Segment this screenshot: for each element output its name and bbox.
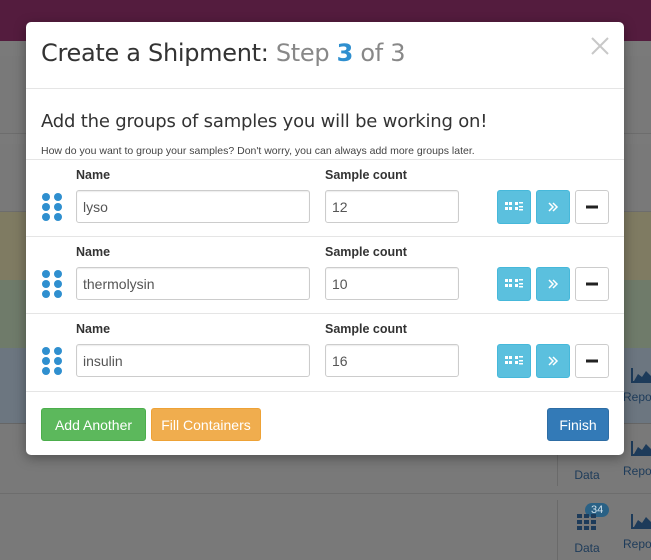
double-chevron-right-icon bbox=[548, 202, 559, 212]
create-shipment-modal: Create a Shipment: Step 3 of 3 Add the g… bbox=[26, 22, 624, 455]
area-chart-icon[interactable] bbox=[631, 367, 651, 383]
name-label: Name bbox=[76, 245, 111, 259]
data-link-label: Data bbox=[574, 541, 600, 555]
layout-button[interactable] bbox=[497, 344, 531, 378]
report-link[interactable]: Repo bbox=[623, 390, 651, 404]
sample-count-label: Sample count bbox=[325, 168, 407, 182]
remove-group-button[interactable] bbox=[575, 267, 609, 301]
group-name-input[interactable] bbox=[76, 344, 310, 377]
sample-count-input[interactable] bbox=[325, 344, 459, 377]
next-button[interactable] bbox=[536, 190, 570, 224]
minus-icon bbox=[586, 205, 598, 209]
title-main: Create a Shipment: bbox=[41, 39, 269, 67]
modal-footer: Add Another Fill Containers Finish bbox=[26, 391, 624, 455]
name-label: Name bbox=[76, 168, 111, 182]
group-name-input[interactable] bbox=[76, 190, 310, 223]
group-row: Name Sample count bbox=[26, 159, 624, 236]
report-link[interactable]: Repo bbox=[623, 537, 651, 551]
group-row: Name Sample count bbox=[26, 313, 624, 390]
background-row bbox=[0, 494, 651, 560]
title-step-number: 3 bbox=[336, 39, 354, 67]
grid-icon[interactable] bbox=[577, 514, 597, 530]
help-text: How do you want to group your samples? D… bbox=[41, 145, 475, 157]
background-divider bbox=[557, 500, 558, 560]
name-label: Name bbox=[76, 322, 111, 336]
drag-handle-icon[interactable] bbox=[41, 192, 63, 222]
grid-icon bbox=[505, 202, 523, 211]
sample-count-input[interactable] bbox=[325, 267, 459, 300]
layout-button[interactable] bbox=[497, 190, 531, 224]
layout-button[interactable] bbox=[497, 267, 531, 301]
area-chart-icon[interactable] bbox=[631, 513, 651, 529]
finish-button[interactable]: Finish bbox=[547, 408, 609, 441]
data-link-label: Data bbox=[574, 468, 600, 482]
modal-title: Create a Shipment: Step 3 of 3 bbox=[41, 39, 406, 67]
fill-containers-button[interactable]: Fill Containers bbox=[151, 408, 261, 441]
minus-icon bbox=[586, 282, 598, 286]
drag-handle-icon[interactable] bbox=[41, 346, 63, 376]
data-link[interactable]: Data bbox=[567, 537, 607, 555]
remove-group-button[interactable] bbox=[575, 344, 609, 378]
title-step-total: of 3 bbox=[360, 39, 406, 67]
sample-count-label: Sample count bbox=[325, 322, 407, 336]
grid-icon bbox=[505, 356, 523, 365]
next-button[interactable] bbox=[536, 267, 570, 301]
report-link[interactable]: Repo bbox=[623, 464, 651, 478]
add-another-button[interactable]: Add Another bbox=[41, 408, 146, 441]
close-icon[interactable] bbox=[588, 34, 612, 58]
double-chevron-right-icon bbox=[548, 279, 559, 289]
next-button[interactable] bbox=[536, 344, 570, 378]
sample-count-input[interactable] bbox=[325, 190, 459, 223]
sample-count-label: Sample count bbox=[325, 245, 407, 259]
remove-group-button[interactable] bbox=[575, 190, 609, 224]
double-chevron-right-icon bbox=[548, 356, 559, 366]
area-chart-icon[interactable] bbox=[631, 440, 651, 456]
title-step-word: Step bbox=[275, 39, 330, 67]
grid-icon bbox=[505, 279, 523, 288]
data-link[interactable]: Data bbox=[567, 464, 607, 482]
group-row: Name Sample count bbox=[26, 236, 624, 313]
group-name-input[interactable] bbox=[76, 267, 310, 300]
modal-header: Create a Shipment: Step 3 of 3 bbox=[26, 22, 624, 89]
minus-icon bbox=[586, 359, 598, 363]
section-heading: Add the groups of samples you will be wo… bbox=[41, 111, 488, 132]
drag-handle-icon[interactable] bbox=[41, 269, 63, 299]
